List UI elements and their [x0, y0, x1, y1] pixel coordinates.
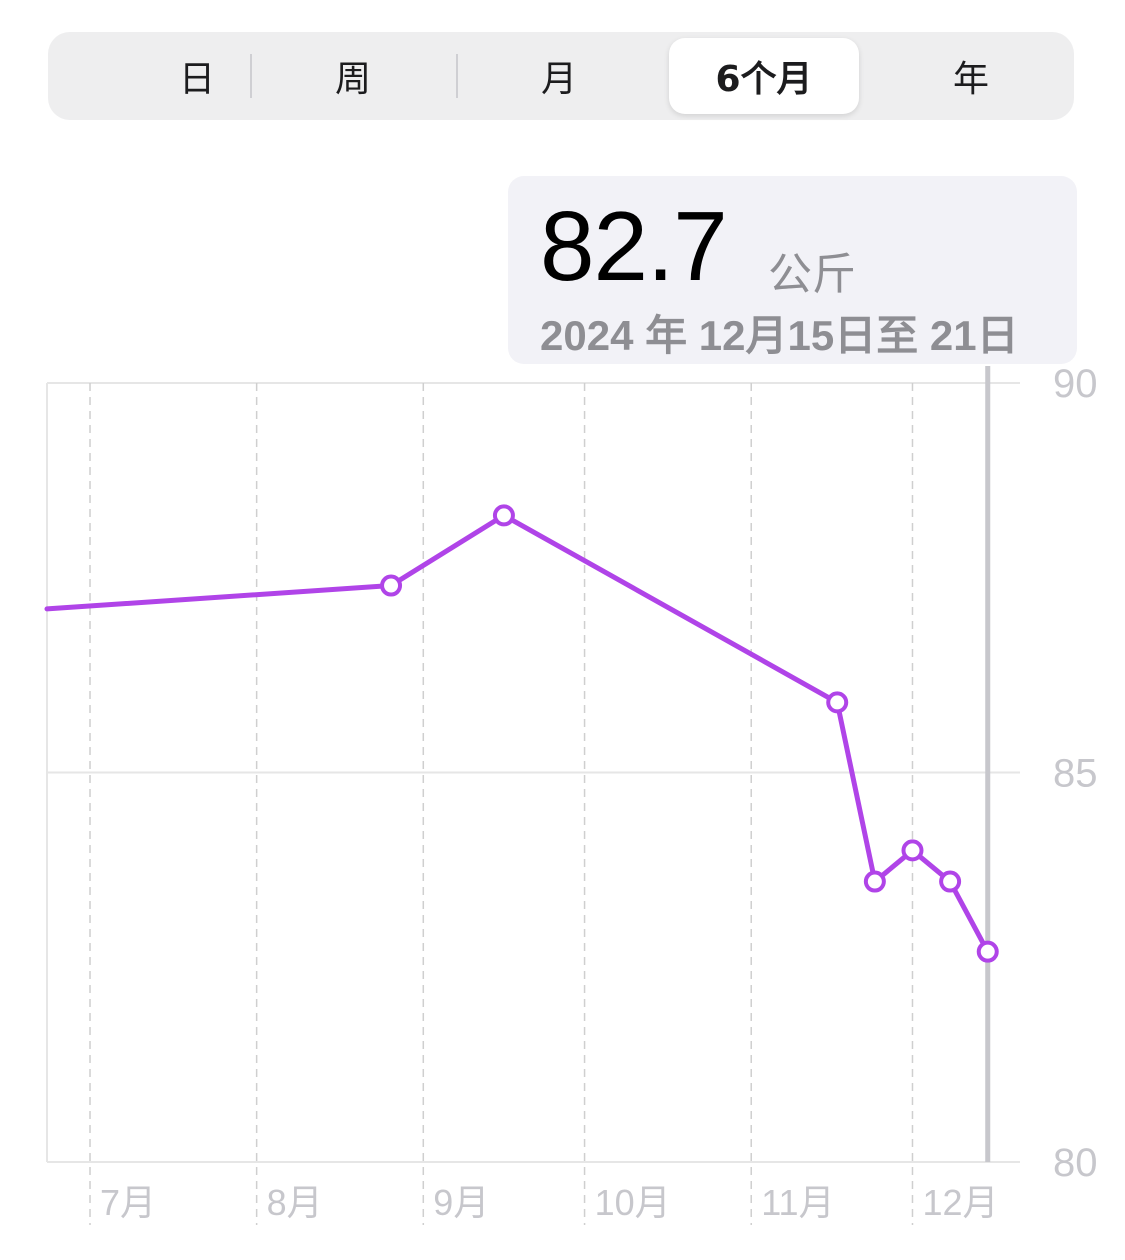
- y-tick-label: 85: [1053, 752, 1098, 796]
- x-tick-label: 10月: [595, 1182, 671, 1223]
- data-point[interactable]: [976, 940, 999, 963]
- data-point[interactable]: [380, 574, 403, 597]
- data-point[interactable]: [901, 839, 924, 862]
- x-tick-label: 8月: [267, 1182, 323, 1223]
- x-tick-label: 12月: [922, 1182, 998, 1223]
- data-point[interactable]: [826, 691, 849, 714]
- x-tick-label: 11月: [761, 1182, 834, 1223]
- y-tick-label: 80: [1053, 1141, 1098, 1185]
- data-point[interactable]: [492, 504, 515, 527]
- data-point[interactable]: [863, 870, 886, 893]
- weight-series-line: [44, 512, 991, 955]
- x-tick-label: 9月: [433, 1182, 489, 1223]
- weight-line-chart[interactable]: 90 85 80 7月 8月 9月 10月 11月 12月: [0, 0, 1125, 1260]
- data-point[interactable]: [939, 870, 962, 893]
- x-tick-label: 7月: [100, 1182, 156, 1223]
- y-tick-label: 90: [1053, 362, 1098, 406]
